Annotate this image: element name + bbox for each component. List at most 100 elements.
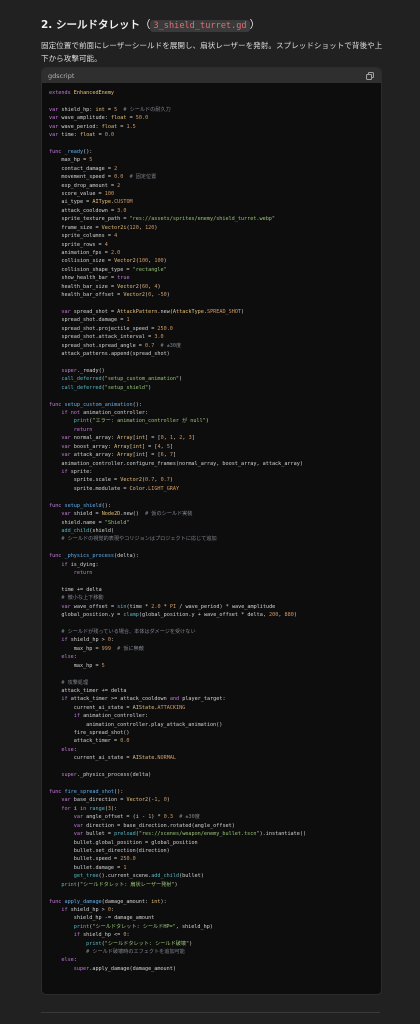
code-line: var time: float = 0.0 (49, 132, 115, 139)
code-line: sprite_columns = 4 (61, 233, 118, 240)
code-line: bullet.speed = 250.0 (73, 856, 136, 863)
code-line: if shield_hp <= 0: (73, 932, 130, 939)
code-line: max_hp = 999 # 仮に無敵 (73, 645, 144, 652)
code-line: # 攻撃処理 (61, 679, 89, 686)
code-line: var attack_array: Array[int] = [6, 7] (61, 452, 177, 459)
code-line: var shield_hp: int = 5 # シールドの耐久力 (49, 106, 171, 113)
code-line: get_tree().current_scene.add_child(bulle… (73, 873, 204, 880)
code-line: add_child(shield) (61, 527, 115, 534)
code-line: fire_spread_shot() (73, 730, 130, 737)
filename-inline-code: 3_shield_turret.gd (150, 20, 250, 32)
code-line: super._ready() (61, 367, 105, 374)
code-line: animation_fps = 2.0 (61, 250, 121, 257)
code-line: sprite.modulate = Color.LIGHT_GRAY (73, 485, 180, 492)
code-line: call_deferred("setup_custom_animation") (61, 376, 183, 383)
code-line: max_hp = 5 (61, 157, 93, 164)
code-line: func _ready(): (49, 148, 93, 155)
code-line: else: (61, 746, 77, 753)
code-language-label: gdscript (48, 71, 75, 80)
paren-close: ） (249, 19, 261, 31)
code-line: var wave_amplitude: float = 50.0 (49, 115, 149, 122)
code-line: spread_shot.spread_angle = 0.7 # ±30度 (61, 342, 182, 349)
code-line: func setup_shield(): (49, 502, 111, 509)
code-line: global_position.y = clamp(global_positio… (61, 612, 297, 619)
code-line: var spread_shot = AttackPattern.new(Atta… (61, 308, 245, 315)
code-line: var normal_array: Array[int] = [0, 1, 2,… (61, 435, 195, 442)
code-line: if shield_hp > 0: (61, 637, 115, 644)
code-line: animation_controller.configure_frames(no… (61, 460, 303, 467)
section-heading: 2. シールドタレット（ 3_shield_turret.gd） (41, 18, 260, 33)
code-line: var bullet = preload("res://scenes/weapo… (73, 831, 307, 838)
code-line: extends EnhancedEnemy (49, 90, 115, 96)
paren-open: （ (139, 19, 151, 31)
code-line: contact_damage = 2 (61, 165, 118, 172)
code-line: # シールドが残っている場合、本体はダメージを受けない (61, 629, 196, 635)
code-line: if attack_timer >= attack_cooldown and p… (61, 696, 226, 703)
code-line: return (73, 570, 93, 577)
code-line: bullet.damage = 1 (73, 864, 127, 871)
code-line: spread_shot.damage = 1 (61, 317, 130, 324)
code-line: sprite_rows = 4 (61, 241, 108, 248)
code-line: spread_shot.projectile_speed = 250.0 (61, 325, 173, 332)
code-content: extends EnhancedEnemy var shield_hp: int … (42, 83, 381, 973)
code-line: super.apply_damage(damage_amount) (73, 965, 176, 972)
code-line: attack_cooldown = 3.0 (61, 207, 127, 214)
code-line: sprite_texture_path = "res://assets/spri… (61, 216, 275, 223)
code-line: health_bar_offset = Vector2(0, -50) (61, 292, 170, 299)
code-line: if sprite: (61, 468, 93, 475)
code-line: animation_controller.play_attack_animati… (86, 721, 223, 728)
code-line: var shield = Node2D.new() # 仮のシールド実装 (61, 511, 193, 518)
code-line: func setup_custom_animation(): (49, 401, 142, 408)
code-line: collision_size = Vector2(100, 100) (61, 258, 167, 265)
code-line: var base_direction = Vector2(-1, 0) (61, 797, 170, 804)
code-line: sprite.scale = Vector2(0.7, 0.7) (73, 477, 173, 484)
code-line: time += delta (61, 586, 102, 593)
code-line: movement_speed = 0.0 # 固定位置 (61, 174, 157, 181)
code-line: print("シールドタレット: 扇状レーザー発射") (61, 881, 178, 888)
code-line: func fire_spread_shot(): (49, 789, 124, 796)
code-line: if not animation_controller: (61, 410, 149, 417)
code-line: var wave_period: float = 1.5 (49, 123, 136, 130)
code-line: for i in range(3): (61, 805, 118, 812)
code-line: var wave_offset = sin(time * 2.0 * PI / … (61, 603, 276, 610)
code-line: show_health_bar = true (61, 275, 130, 282)
code-line: else: (61, 957, 77, 964)
code-line: var angle_offset = (i - 1) * 0.3 # ±30度 (73, 814, 200, 821)
code-line: func _physics_process(delta): (49, 553, 139, 560)
section-title: 2. シールドタレット (41, 19, 140, 31)
code-line: shield.name = "Shield" (61, 519, 130, 526)
section-description: 固定位置で前面にレーザーシールドを展開し、扇状レーザーを発射。スプレッドショット… (41, 41, 383, 63)
code-line: collision_shape_type = "rectangle" (61, 266, 167, 273)
code-line: print("エラー: animation_controller が null"… (73, 418, 209, 425)
code-line: var direction = base_direction.rotated(a… (73, 822, 235, 829)
code-line: return (73, 426, 93, 433)
code-line: ai_type = AIType.CUSTOM (61, 199, 133, 206)
code-line: bullet.set_direction(direction) (73, 847, 170, 854)
code-line: attack_timer += delta (61, 687, 127, 694)
copy-code-button[interactable] (365, 71, 375, 81)
code-block: gdscript extends EnhancedEnemy var shield… (41, 67, 382, 995)
code-line: max_hp = 5 (73, 662, 105, 669)
code-line: exp_drop_amount = 2 (61, 182, 121, 189)
code-block-header: gdscript (42, 68, 381, 83)
code-line: spread_shot.attack_interval = 3.0 (61, 334, 164, 341)
code-line: call_deferred("setup_shield") (61, 384, 152, 391)
copy-icon (366, 71, 374, 80)
code-line: # 微小な上下移動 (61, 595, 104, 602)
code-line: # シールド破壊時のエフェクトを追加可能 (86, 949, 185, 956)
code-line: health_bar_size = Vector2(60, 4) (61, 283, 161, 290)
code-line: else: (61, 654, 77, 661)
code-line: if shield_hp > 0: (61, 906, 115, 913)
code-line: frame_size = Vector2i(120, 120) (61, 224, 158, 231)
